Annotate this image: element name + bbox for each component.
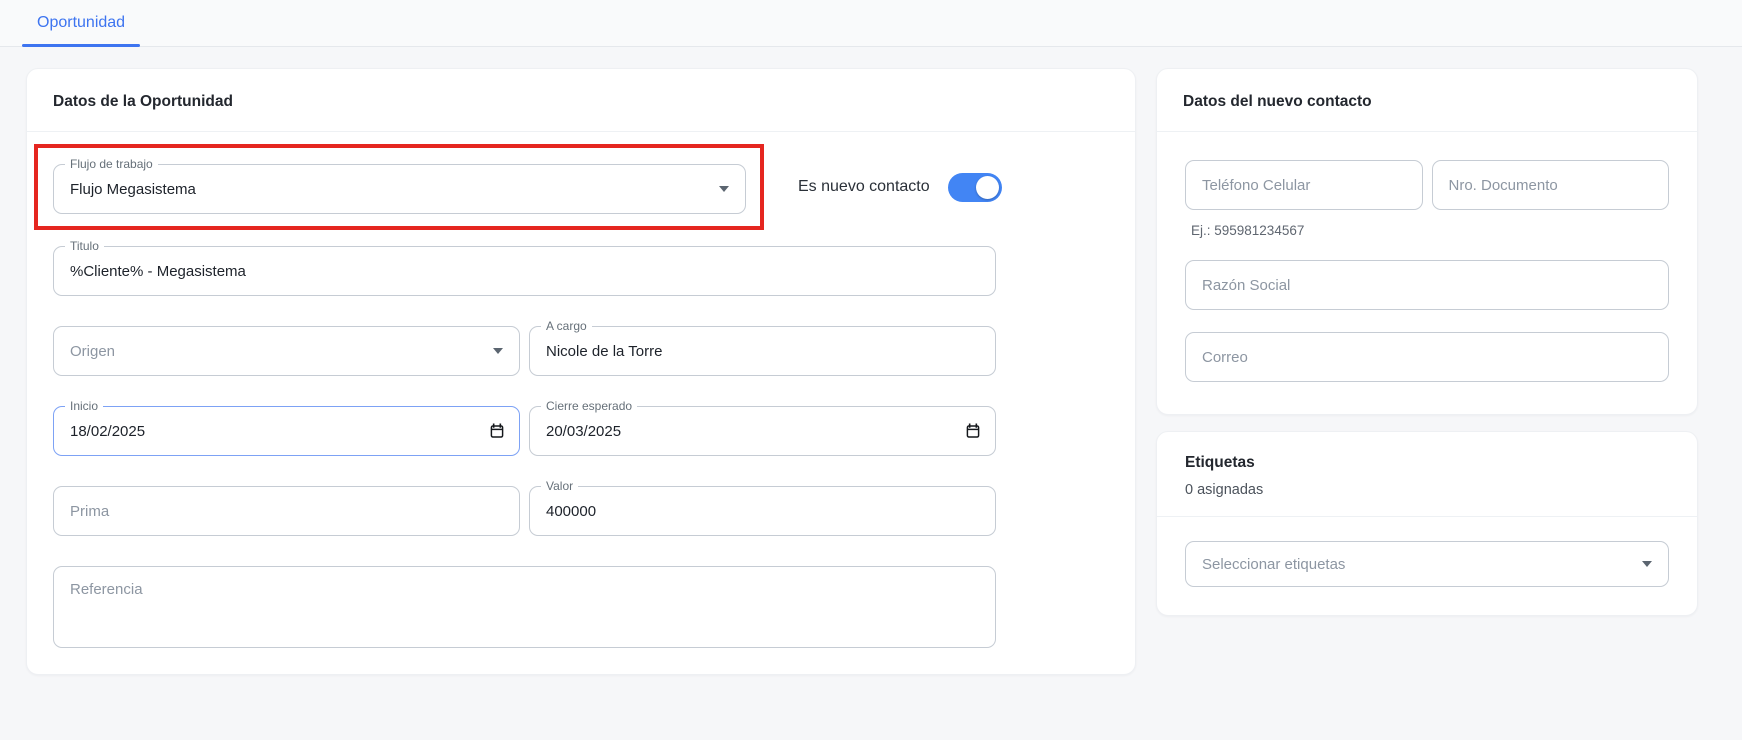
correo-field[interactable] bbox=[1185, 332, 1669, 382]
prima-field[interactable] bbox=[53, 486, 520, 536]
opportunity-card-title: Datos de la Oportunidad bbox=[27, 69, 1135, 132]
tags-card: Etiquetas 0 asignadas Seleccionar etique… bbox=[1156, 431, 1698, 616]
new-contact-toggle-label: Es nuevo contacto bbox=[798, 178, 930, 196]
cierre-esperado-date-input[interactable] bbox=[530, 423, 965, 440]
origen-acargo-row: Origen A cargo bbox=[53, 326, 996, 376]
titulo-input[interactable] bbox=[54, 263, 995, 280]
origen-placeholder: Origen bbox=[70, 343, 115, 360]
tab-oportunidad[interactable]: Oportunidad bbox=[22, 0, 140, 46]
workflow-label: Flujo de trabajo bbox=[65, 157, 158, 172]
main-content: Datos de la Oportunidad Flujo de trabajo… bbox=[0, 47, 1742, 675]
tags-card-header: Etiquetas 0 asignadas bbox=[1157, 432, 1697, 517]
chevron-down-icon bbox=[719, 186, 729, 192]
referencia-field[interactable] bbox=[53, 566, 996, 648]
new-contact-card-body: Ej.: 595981234567 bbox=[1157, 132, 1697, 414]
cierre-esperado-field[interactable]: Cierre esperado bbox=[529, 406, 996, 456]
valor-field[interactable]: Valor bbox=[529, 486, 996, 536]
phone-document-row bbox=[1185, 160, 1669, 210]
workflow-select[interactable]: Flujo de trabajo Flujo Megasistema bbox=[53, 164, 746, 214]
telefono-hint: Ej.: 595981234567 bbox=[1191, 223, 1669, 238]
new-contact-card-title: Datos del nuevo contacto bbox=[1157, 69, 1697, 132]
prima-input[interactable] bbox=[54, 503, 519, 520]
a-cargo-input[interactable] bbox=[530, 343, 995, 360]
documento-input[interactable] bbox=[1433, 177, 1669, 194]
razon-social-input[interactable] bbox=[1186, 277, 1668, 294]
opportunity-card: Datos de la Oportunidad Flujo de trabajo… bbox=[26, 68, 1136, 675]
dates-row: Inicio Cierre esperado bbox=[53, 406, 996, 456]
inicio-field[interactable]: Inicio bbox=[53, 406, 520, 456]
inicio-date-input[interactable] bbox=[54, 423, 489, 440]
chevron-down-icon bbox=[493, 348, 503, 354]
a-cargo-field[interactable]: A cargo bbox=[529, 326, 996, 376]
tags-select-placeholder: Seleccionar etiquetas bbox=[1202, 556, 1345, 573]
new-contact-toggle[interactable] bbox=[948, 173, 1002, 202]
tags-card-title: Etiquetas bbox=[1185, 454, 1669, 472]
origen-select[interactable]: Origen bbox=[53, 326, 520, 376]
titulo-label: Titulo bbox=[65, 239, 104, 254]
workflow-value: Flujo Megasistema bbox=[70, 181, 196, 198]
opportunity-card-body: Flujo de trabajo Flujo Megasistema Es nu… bbox=[27, 132, 1135, 674]
new-contact-toggle-group: Es nuevo contacto bbox=[798, 173, 1002, 202]
razon-social-field[interactable] bbox=[1185, 260, 1669, 310]
inicio-label: Inicio bbox=[65, 399, 103, 414]
telefono-field[interactable] bbox=[1185, 160, 1423, 210]
titulo-field[interactable]: Titulo bbox=[53, 246, 996, 296]
cierre-esperado-label: Cierre esperado bbox=[541, 399, 637, 414]
valor-input[interactable] bbox=[530, 503, 995, 520]
tags-assigned-count: 0 asignadas bbox=[1185, 482, 1669, 498]
a-cargo-label: A cargo bbox=[541, 319, 592, 334]
annotation-highlight-box: Flujo de trabajo Flujo Megasistema bbox=[34, 144, 764, 230]
tab-bar: Oportunidad bbox=[0, 0, 1742, 47]
right-column: Datos del nuevo contacto Ej.: 5959812345… bbox=[1156, 68, 1698, 616]
new-contact-card: Datos del nuevo contacto Ej.: 5959812345… bbox=[1156, 68, 1698, 415]
prima-valor-row: Valor bbox=[53, 486, 996, 536]
calendar-icon[interactable] bbox=[489, 423, 505, 439]
calendar-icon[interactable] bbox=[965, 423, 981, 439]
telefono-input[interactable] bbox=[1186, 177, 1422, 194]
toggle-thumb bbox=[976, 176, 999, 199]
tags-select[interactable]: Seleccionar etiquetas bbox=[1185, 541, 1669, 587]
tags-card-body: Seleccionar etiquetas bbox=[1157, 517, 1697, 615]
chevron-down-icon bbox=[1642, 561, 1652, 567]
workflow-row: Flujo de trabajo Flujo Megasistema Es nu… bbox=[53, 144, 1109, 230]
correo-input[interactable] bbox=[1186, 349, 1668, 366]
valor-label: Valor bbox=[541, 479, 578, 494]
documento-field[interactable] bbox=[1432, 160, 1670, 210]
referencia-textarea[interactable] bbox=[54, 567, 995, 618]
